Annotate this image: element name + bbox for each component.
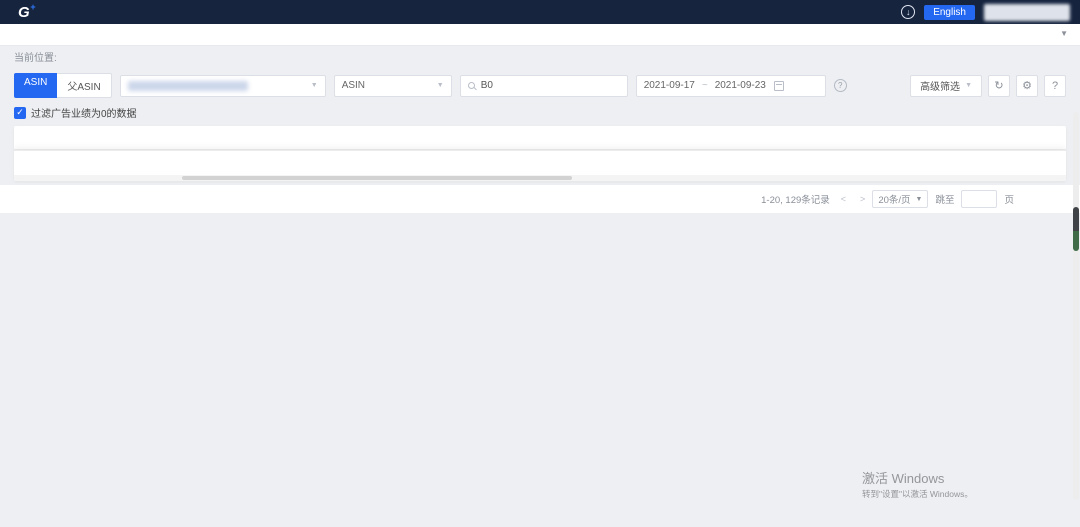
chevron-down-icon: ▼ xyxy=(965,82,972,89)
chevron-down-icon: ▼ xyxy=(916,196,923,203)
breadcrumb: 当前位置: xyxy=(0,46,1080,67)
tab-bar: ▼ xyxy=(0,24,1080,46)
vertical-scrollbar[interactable] xyxy=(1073,112,1079,500)
chevron-down-icon: ▼ xyxy=(437,82,444,89)
prev-page-icon[interactable]: < xyxy=(841,194,846,204)
store-site-value-redacted xyxy=(128,81,248,91)
filter-zero-checkbox[interactable]: ✓ xyxy=(14,107,26,119)
download-icon[interactable]: ↓ xyxy=(901,5,915,19)
mode-parent-asin-button[interactable]: 父ASIN xyxy=(57,73,111,98)
user-account-redacted[interactable] xyxy=(984,4,1070,21)
column-settings-button[interactable]: ⚙ xyxy=(1016,75,1038,97)
advanced-filter-button[interactable]: 高级筛选 ▼ xyxy=(910,75,982,97)
date-separator: ~ xyxy=(702,80,708,91)
pagination-bar: 1-20, 129条记录 < > 20条/页 ▼ 跳至 页 xyxy=(0,185,1080,213)
calendar-icon xyxy=(774,81,784,91)
search-type-select[interactable]: ASIN ▼ xyxy=(334,75,452,97)
store-site-select[interactable]: ▼ xyxy=(120,75,326,97)
page-size-select[interactable]: 20条/页 ▼ xyxy=(872,190,928,208)
logo-plus-icon: + xyxy=(30,2,35,12)
next-page-icon[interactable]: > xyxy=(860,194,865,204)
filter-toolbar: ASIN 父ASIN ▼ ASIN ▼ B0 2021-09-17 ~ 2021… xyxy=(0,67,1080,100)
asin-performance-table xyxy=(14,126,1066,181)
mode-asin-button[interactable]: ASIN xyxy=(14,73,57,98)
search-icon xyxy=(468,82,475,89)
jump-to-suffix: 页 xyxy=(1004,192,1014,206)
date-range-picker[interactable]: 2021-09-17 ~ 2021-09-23 xyxy=(636,75,826,97)
horizontal-scrollbar[interactable] xyxy=(14,175,1066,181)
jump-to-label: 跳至 xyxy=(935,192,954,206)
windows-activation-watermark: 激活 Windows 转到"设置"以激活 Windows。 xyxy=(862,468,973,500)
table-help-button[interactable]: ? xyxy=(1044,75,1066,97)
date-end: 2021-09-23 xyxy=(715,80,766,91)
table-total-row xyxy=(14,150,1066,175)
date-start: 2021-09-17 xyxy=(644,80,695,91)
filter-zero-label: 过滤广告业绩为0的数据 xyxy=(31,105,137,120)
tabs-dropdown-caret-icon[interactable]: ▼ xyxy=(1060,29,1068,38)
language-english-button[interactable]: English xyxy=(924,5,975,20)
breadcrumb-prefix: 当前位置: xyxy=(14,49,57,64)
refresh-button[interactable]: ↻ xyxy=(988,75,1010,97)
asin-mode-segment: ASIN 父ASIN xyxy=(14,73,112,98)
asin-search-input[interactable]: B0 xyxy=(460,75,628,97)
filter-checkbox-row: ✓ 过滤广告业绩为0的数据 xyxy=(0,100,1080,126)
chevron-down-icon: ▼ xyxy=(311,82,318,89)
app-logo[interactable]: G+ xyxy=(18,4,30,21)
horizontal-scrollbar-thumb[interactable] xyxy=(182,176,571,180)
jump-to-input[interactable] xyxy=(961,190,997,208)
vertical-scrollbar-thumb[interactable] xyxy=(1073,207,1079,251)
table-header-row xyxy=(14,126,1066,150)
search-value: B0 xyxy=(481,80,493,91)
top-navbar: G+ ↓ English xyxy=(0,0,1080,24)
date-help-icon[interactable]: ? xyxy=(834,79,847,92)
search-type-value: ASIN xyxy=(342,80,365,91)
record-count: 1-20, 129条记录 xyxy=(761,192,830,206)
